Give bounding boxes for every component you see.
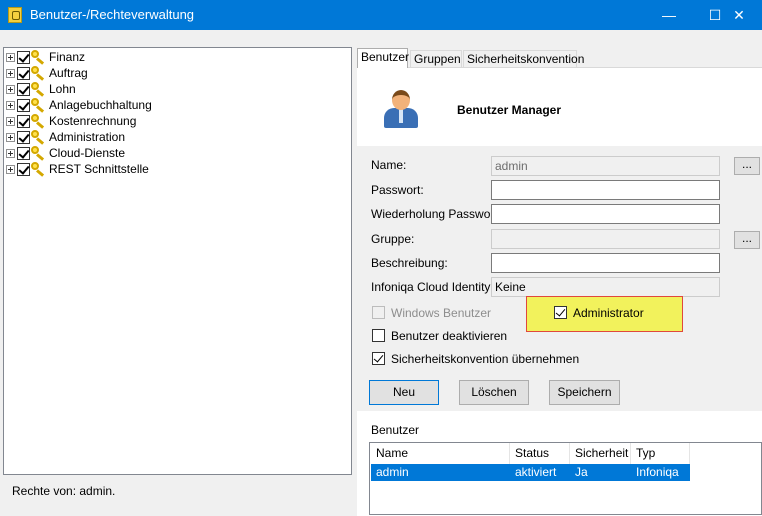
expand-icon[interactable] <box>6 116 15 126</box>
tree-item-label: REST Schnittstelle <box>49 162 149 176</box>
tree-checkbox[interactable] <box>17 66 30 80</box>
tree-checkbox[interactable] <box>17 162 30 176</box>
administrator-checkbox[interactable] <box>554 306 567 319</box>
tree-item-label: Lohn <box>49 82 76 96</box>
tree-item-rest-schnittstelle[interactable]: REST Schnittstelle <box>6 161 149 177</box>
deactivate-user-checkbox[interactable] <box>372 329 385 342</box>
key-icon <box>31 145 46 161</box>
name-label: Name: <box>371 158 407 172</box>
tree-item-label: Auftrag <box>49 66 88 80</box>
tree-item-cloud-dienste[interactable]: Cloud-Dienste <box>6 145 125 161</box>
key-icon <box>31 49 46 65</box>
repeat-password-label: Wiederholung Passwort: <box>371 207 502 221</box>
cell-status: aktiviert <box>515 465 557 479</box>
key-icon <box>31 161 46 177</box>
save-button[interactable]: Speichern <box>549 380 620 405</box>
name-browse-button[interactable]: ... <box>734 157 760 175</box>
tree-item-label: Finanz <box>49 50 86 64</box>
group-browse-button[interactable]: ... <box>734 231 760 249</box>
tree-item-label: Administration <box>49 130 126 144</box>
delete-button[interactable]: Löschen <box>459 380 529 405</box>
column-header-name[interactable]: Name <box>371 443 510 464</box>
password-field[interactable] <box>491 180 720 200</box>
user-manager-icon <box>382 88 420 128</box>
minimize-button[interactable]: — <box>646 0 692 30</box>
expand-icon[interactable] <box>6 148 15 158</box>
password-label: Passwort: <box>371 183 424 197</box>
group-field[interactable] <box>491 229 720 249</box>
cell-type: Infoniqa <box>636 465 679 479</box>
group-label: Gruppe: <box>371 232 415 246</box>
column-header-type[interactable]: Typ <box>631 443 690 464</box>
tree-checkbox[interactable] <box>17 50 30 64</box>
deactivate-user-label: Benutzer deaktivieren <box>391 329 508 343</box>
tree-checkbox[interactable] <box>17 130 30 144</box>
tree-checkbox[interactable] <box>17 114 30 128</box>
description-field[interactable] <box>491 253 720 273</box>
tree-checkbox[interactable] <box>17 98 30 112</box>
tree-item-auftrag[interactable]: Auftrag <box>6 65 88 81</box>
cell-security: Ja <box>575 465 588 479</box>
column-header-status[interactable]: Status <box>510 443 570 464</box>
page-title: Benutzer Manager <box>457 103 562 117</box>
cloud-identity-field[interactable]: Keine <box>491 277 720 297</box>
tree-item-lohn[interactable]: Lohn <box>6 81 76 97</box>
tree-item-label: Kostenrechnung <box>49 114 137 128</box>
name-field[interactable]: admin <box>491 156 720 176</box>
title-bar: Benutzer-/Rechteverwaltung — ☐ ✕ <box>0 0 762 30</box>
users-list-label: Benutzer <box>371 423 420 437</box>
key-icon <box>31 81 46 97</box>
cell-name: admin <box>376 465 409 479</box>
description-label: Beschreibung: <box>371 256 448 270</box>
tab-gruppen[interactable]: Gruppen <box>410 50 462 68</box>
tree-item-kostenrechnung[interactable]: Kostenrechnung <box>6 113 136 129</box>
tab-sicherheitskonvention[interactable]: Sicherheitskonvention <box>463 50 584 68</box>
key-icon <box>31 97 46 113</box>
windows-user-label: Windows Benutzer <box>391 306 492 320</box>
tree-item-label: Anlagebuchhaltung <box>49 98 152 112</box>
tree-item-label: Cloud-Dienste <box>49 146 126 160</box>
security-convention-label: Sicherheitskonvention übernehmen <box>391 352 580 366</box>
tree-item-administration[interactable]: Administration <box>6 129 125 145</box>
tab-benutzer[interactable]: Benutzer <box>357 48 409 68</box>
expand-icon[interactable] <box>6 84 15 94</box>
column-header-security[interactable]: Sicherheit <box>570 443 631 464</box>
expand-icon[interactable] <box>6 52 15 62</box>
repeat-password-field[interactable] <box>491 204 720 224</box>
key-icon <box>31 129 46 145</box>
tree-item-anlagebuchhaltung[interactable]: Anlagebuchhaltung <box>6 97 152 113</box>
administrator-label: Administrator <box>573 306 644 320</box>
status-text: Rechte von: admin. <box>12 484 116 498</box>
key-icon <box>31 113 46 129</box>
key-icon <box>31 65 46 81</box>
expand-icon[interactable] <box>6 164 15 174</box>
expand-icon[interactable] <box>6 100 15 110</box>
security-convention-checkbox[interactable] <box>372 352 385 365</box>
close-button[interactable]: ✕ <box>716 0 762 30</box>
expand-icon[interactable] <box>6 68 15 78</box>
app-icon <box>8 7 22 23</box>
expand-icon[interactable] <box>6 132 15 142</box>
tree-checkbox[interactable] <box>17 146 30 160</box>
cloud-identity-label: Infoniqa Cloud Identity: <box>371 280 494 294</box>
new-button[interactable]: Neu <box>369 380 439 405</box>
window-title: Benutzer-/Rechteverwaltung <box>30 7 195 22</box>
tree-checkbox[interactable] <box>17 82 30 96</box>
windows-user-checkbox[interactable] <box>372 306 385 319</box>
tree-item-finanz[interactable]: Finanz <box>6 49 85 65</box>
